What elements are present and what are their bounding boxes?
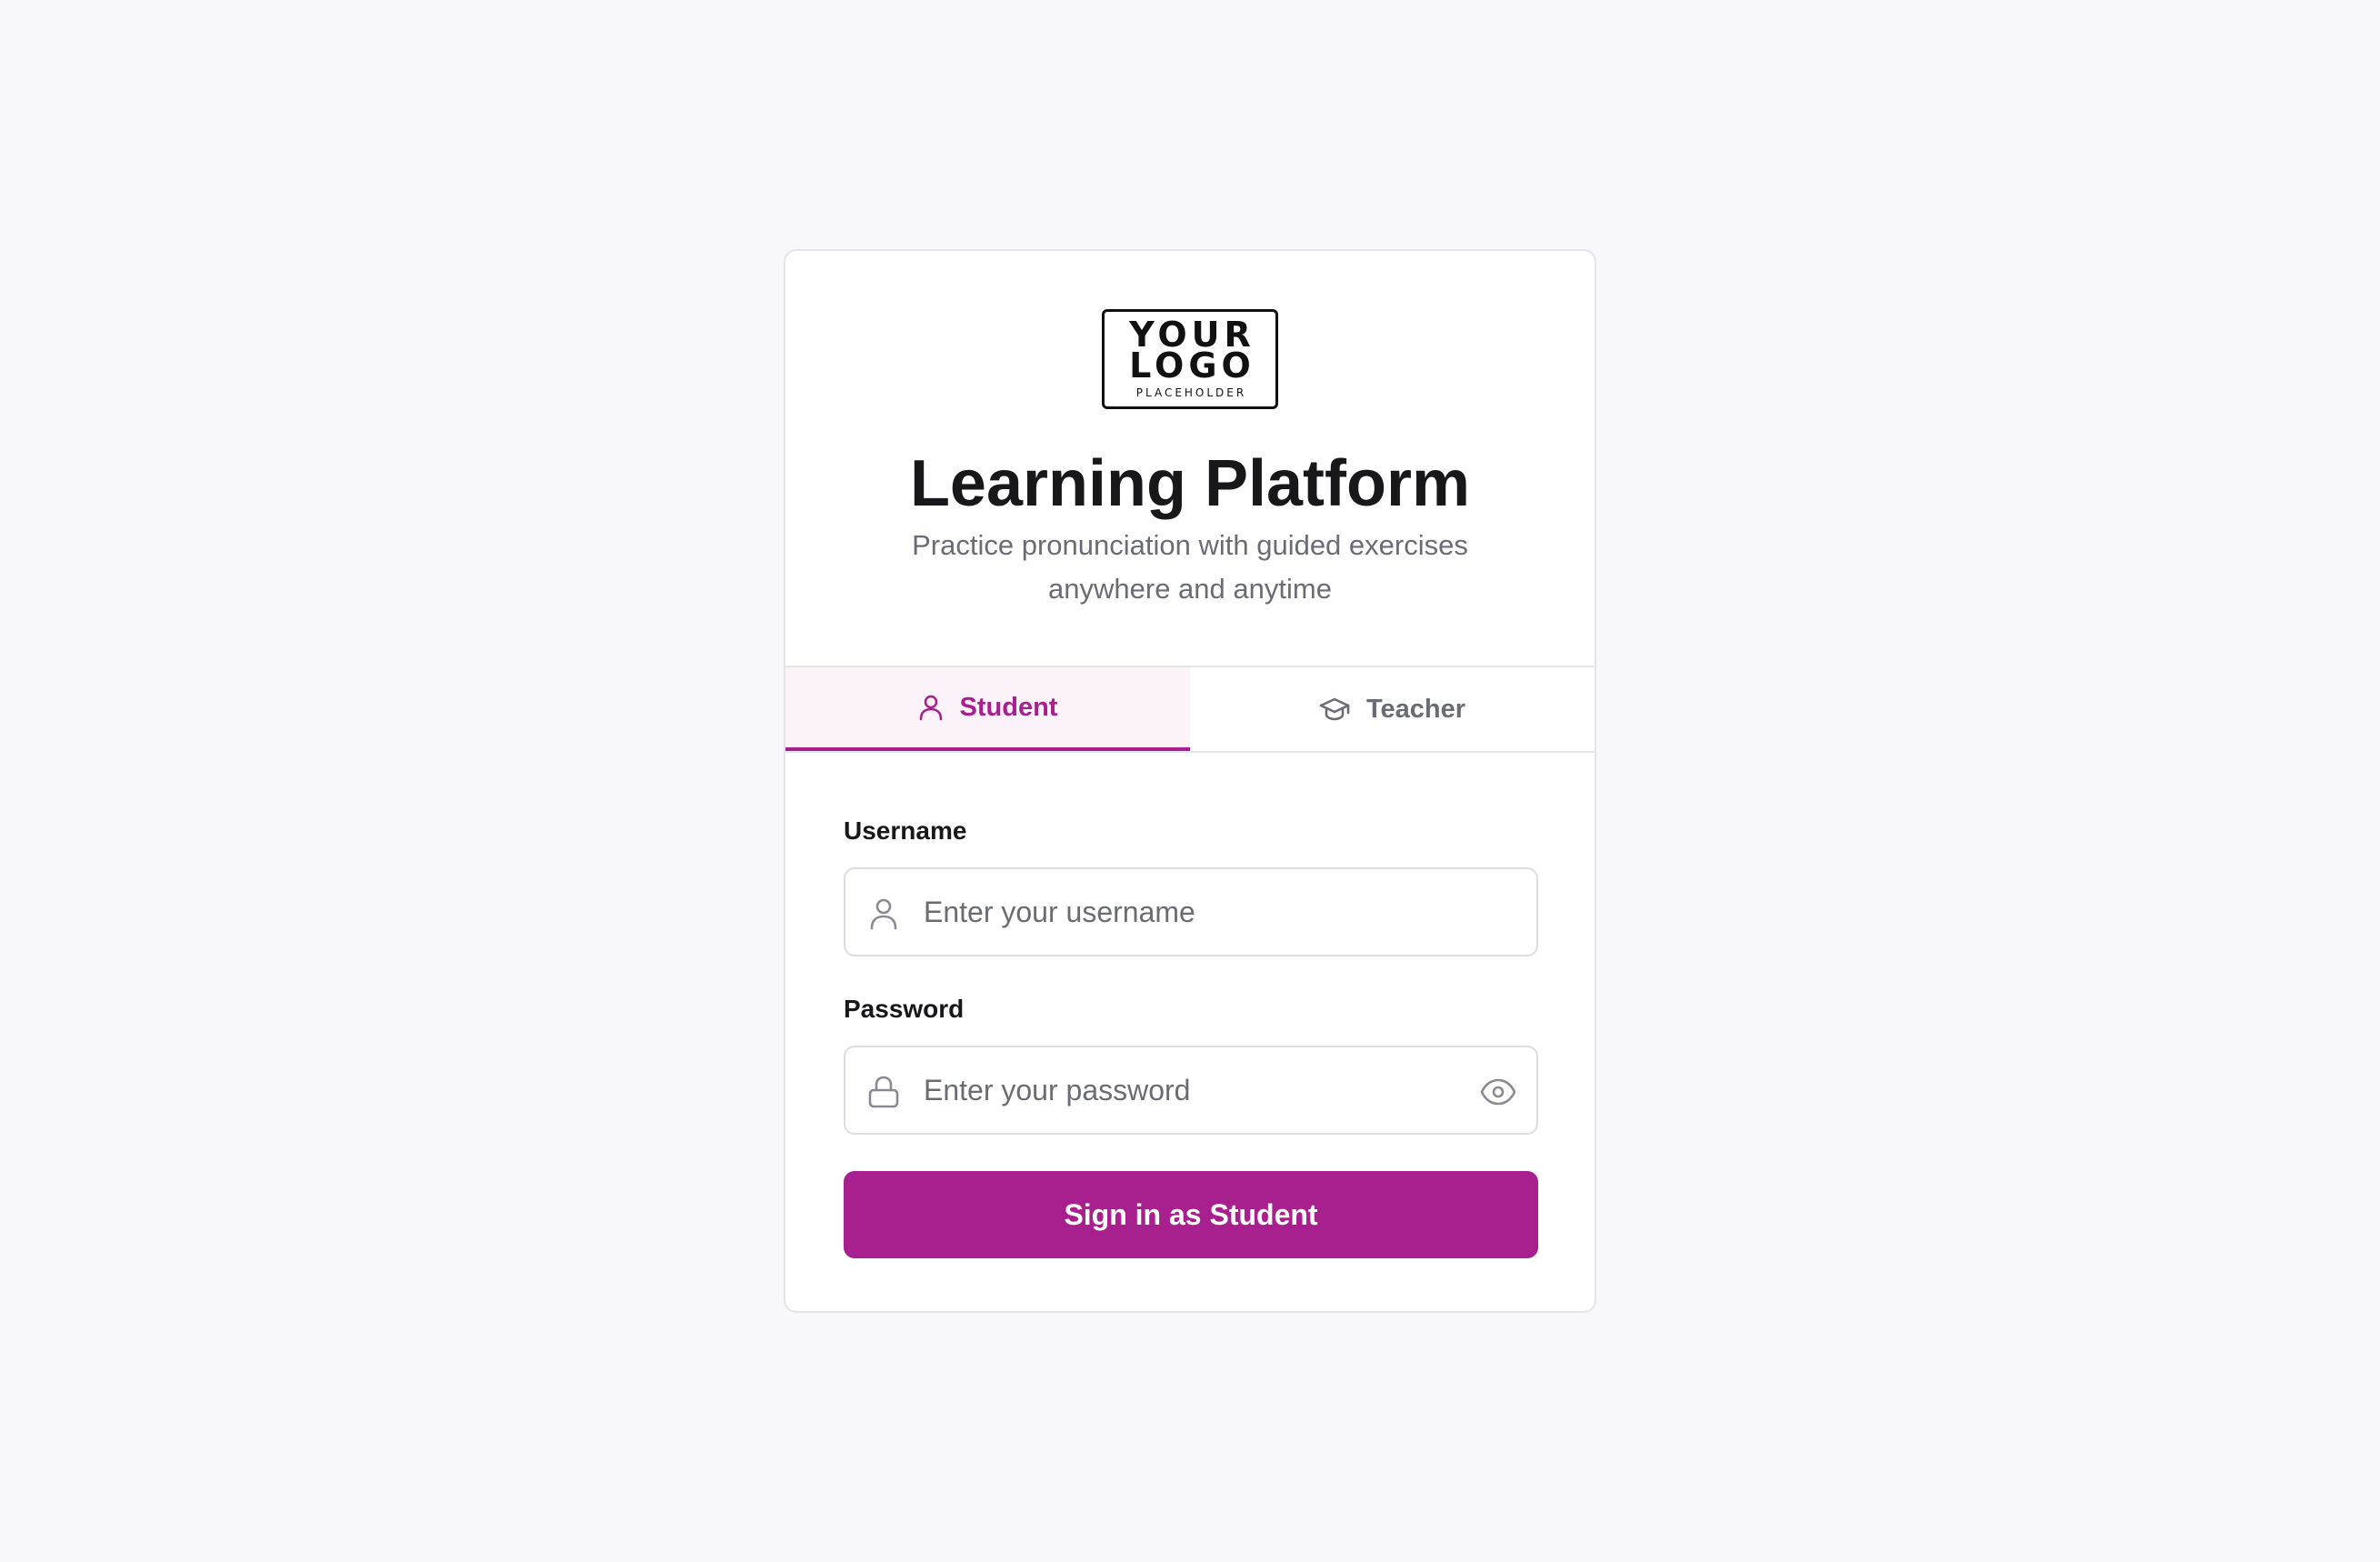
role-tabs: Student Teacher [785, 667, 1595, 753]
graduation-cap-icon [1319, 697, 1350, 721]
logo-line-2: LOGO [1129, 345, 1255, 385]
password-field[interactable] [844, 1046, 1538, 1135]
user-icon [919, 695, 942, 721]
password-input[interactable] [924, 1047, 1433, 1133]
page-title: Learning Platform [909, 447, 1471, 520]
sign-in-button[interactable]: Sign in as Student [844, 1171, 1538, 1258]
tab-student[interactable]: Student [785, 667, 1190, 751]
username-field[interactable] [844, 867, 1538, 956]
logo: YOUR LOGO PLACEHOLDER [1102, 309, 1278, 409]
user-icon [870, 898, 897, 930]
tab-student-label: Student [959, 692, 1058, 722]
login-card: YOUR LOGO PLACEHOLDER Learning Platform … [784, 249, 1596, 1313]
username-label: Username [844, 816, 967, 845]
page-subtitle: Practice pronunciation with guided exerc… [912, 529, 1468, 605]
password-label: Password [844, 995, 965, 1023]
lock-icon [868, 1076, 899, 1108]
tab-teacher[interactable]: Teacher [1190, 667, 1595, 751]
eye-icon[interactable] [1480, 1074, 1516, 1110]
username-input[interactable] [924, 869, 1433, 955]
card-header: YOUR LOGO PLACEHOLDER Learning Platform … [785, 251, 1595, 667]
tab-teacher-label: Teacher [1365, 694, 1466, 724]
logo-line-3: PLACEHOLDER [1135, 386, 1247, 399]
